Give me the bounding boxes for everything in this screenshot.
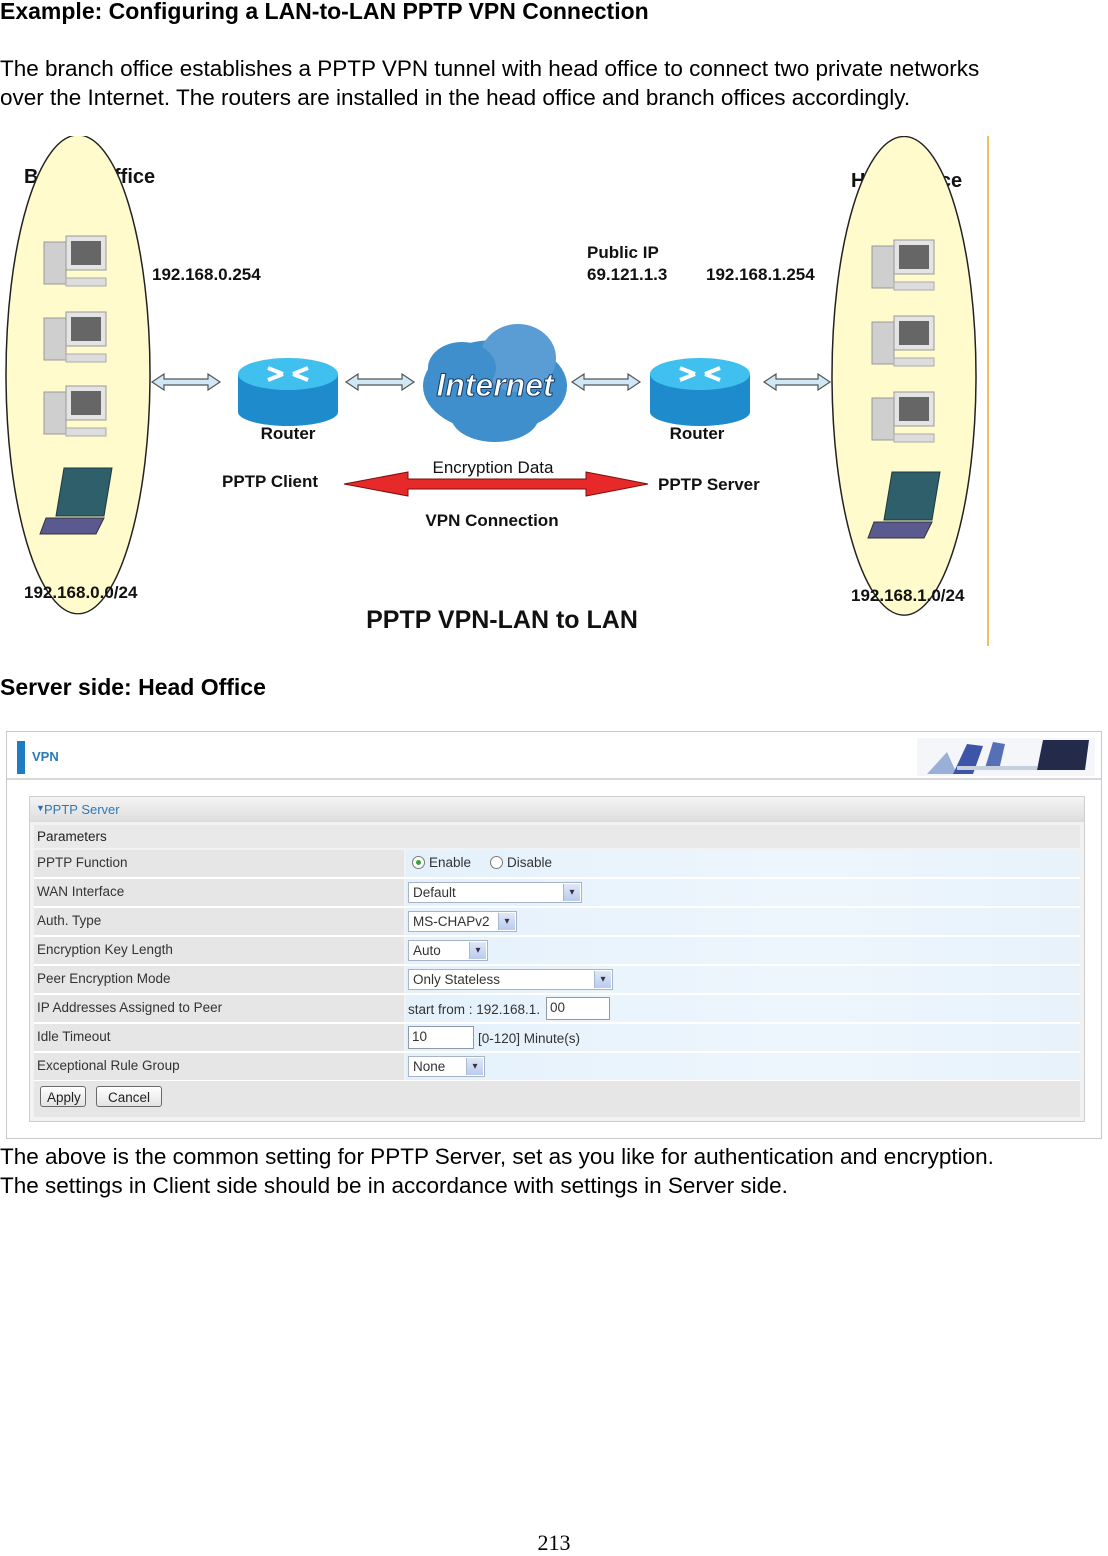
chevron-down-icon[interactable]: ▾ <box>563 884 580 901</box>
outro-line-1: The above is the common setting for PPTP… <box>0 1144 994 1169</box>
idle-timeout-label: Idle Timeout <box>37 1029 111 1044</box>
disable-radio[interactable] <box>490 856 503 869</box>
exceptional-rule-group-label: Exceptional Rule Group <box>37 1058 180 1073</box>
ip-assigned-label: IP Addresses Assigned to Peer <box>37 1000 223 1015</box>
computer-icon <box>871 239 935 291</box>
router-icon <box>650 358 750 426</box>
ip-start-input[interactable]: 00 <box>546 997 610 1020</box>
auth-type-label: Auth. Type <box>37 913 102 928</box>
chevron-down-icon[interactable]: ▾ <box>469 942 486 959</box>
server-side-heading: Server side: Head Office <box>0 674 266 700</box>
peer-encryption-mode-label: Peer Encryption Mode <box>37 971 171 986</box>
diagram-caption: PPTP VPN-LAN to LAN <box>366 606 638 634</box>
vpn-connection-label: VPN Connection <box>425 511 558 530</box>
parameters-header: Parameters <box>34 825 1080 848</box>
head-subnet: 192.168.1.0/24 <box>851 586 965 605</box>
computer-icon <box>871 315 935 367</box>
chevron-down-icon[interactable]: ▾ <box>498 913 515 930</box>
public-ip-label: Public IP <box>587 243 659 262</box>
pptp-server-panel: ▼ PPTP Server Parameters PPTP Function E… <box>29 796 1085 1122</box>
apply-button[interactable]: Apply <box>40 1086 86 1107</box>
row-encryption-key-length: Encryption Key Length Auto ▾ <box>34 937 1080 966</box>
auth-type-select[interactable]: MS-CHAPv2 ▾ <box>408 911 517 932</box>
router-right-label: Router <box>670 424 725 443</box>
encryption-key-length-value: Auto <box>413 943 441 958</box>
router-vpn-page: VPN ▼ PPTP Server Parameters PPTP Functi… <box>6 731 1102 1139</box>
auth-type-value: MS-CHAPv2 <box>413 914 490 929</box>
chevron-down-icon[interactable]: ▾ <box>466 1058 483 1075</box>
page-number: 213 <box>537 1530 571 1555</box>
row-auth-type: Auth. Type MS-CHAPv2 ▾ <box>34 908 1080 937</box>
computer-icon <box>43 311 107 363</box>
computer-icon <box>43 235 107 287</box>
wan-interface-value: Default <box>413 885 456 900</box>
intro-line-1: The branch office establishes a PPTP VPN… <box>0 56 980 81</box>
form-button-bar: Apply Cancel <box>34 1081 1080 1117</box>
peer-encryption-mode-value: Only Stateless <box>413 972 501 987</box>
computer-icon <box>871 391 935 443</box>
section-title: PPTP Server <box>44 802 120 817</box>
cancel-button[interactable]: Cancel <box>96 1086 162 1107</box>
branch-router-ip: 192.168.0.254 <box>152 265 261 284</box>
wan-interface-label: WAN Interface <box>37 884 125 899</box>
disable-radio-label[interactable]: Disable <box>507 855 552 870</box>
enable-radio-label[interactable]: Enable <box>429 855 471 870</box>
pptp-function-label: PPTP Function <box>37 855 128 870</box>
row-exceptional-rule-group: Exceptional Rule Group None ▾ <box>34 1053 1080 1082</box>
exceptional-rule-group-select[interactable]: None ▾ <box>408 1056 485 1077</box>
pptp-lan-to-lan-diagram: Branch Office Head Office <box>0 136 992 648</box>
row-peer-encryption-mode: Peer Encryption Mode Only Stateless ▾ <box>34 966 1080 995</box>
ip-prefix-text: start from : 192.168.1. <box>408 1002 541 1017</box>
vpn-page-header: VPN <box>7 732 1101 780</box>
row-idle-timeout: Idle Timeout 10 [0-120] Minute(s) <box>34 1024 1080 1053</box>
office-banner-image <box>917 738 1095 776</box>
computer-icon <box>43 385 107 437</box>
row-wan-interface: WAN Interface Default ▾ <box>34 879 1080 908</box>
router-icon <box>238 358 338 426</box>
head-office-lan <box>831 136 977 616</box>
exceptional-rule-group-value: None <box>413 1059 446 1074</box>
idle-timeout-hint: [0-120] Minute(s) <box>478 1031 581 1046</box>
idle-timeout-input[interactable]: 10 <box>408 1026 474 1049</box>
row-ip-assigned-to-peer: IP Addresses Assigned to Peer start from… <box>34 995 1080 1024</box>
public-ip: 69.121.1.3 <box>587 265 667 284</box>
encryption-key-length-label: Encryption Key Length <box>37 942 173 957</box>
pptp-server-label: PPTP Server <box>658 475 760 494</box>
example-heading: Example: Configuring a LAN-to-LAN PPTP V… <box>0 0 649 24</box>
peer-encryption-mode-select[interactable]: Only Stateless ▾ <box>408 969 613 990</box>
encryption-key-length-select[interactable]: Auto ▾ <box>408 940 488 961</box>
head-office-ellipse <box>831 136 977 616</box>
branch-office-lan <box>5 136 151 615</box>
router-left-label: Router <box>261 424 316 443</box>
outro-line-2: The settings in Client side should be in… <box>0 1173 788 1198</box>
internet-label: Internet <box>436 367 555 403</box>
parameters-label: Parameters <box>37 829 107 844</box>
row-pptp-function: PPTP Function Enable Disable <box>34 850 1080 879</box>
page-title: VPN <box>32 749 59 764</box>
pptp-server-section-header[interactable]: ▼ PPTP Server <box>30 797 1084 822</box>
chevron-down-icon[interactable]: ▾ <box>594 971 611 988</box>
intro-line-2: over the Internet. The routers are insta… <box>0 85 911 110</box>
branch-office-ellipse <box>5 136 151 615</box>
wan-interface-select[interactable]: Default ▾ <box>408 882 582 903</box>
head-router-ip: 192.168.1.254 <box>706 265 815 284</box>
header-accent-bar <box>17 741 25 774</box>
ip-start-value: 00 <box>550 1000 566 1015</box>
idle-timeout-value: 10 <box>412 1029 428 1044</box>
branch-subnet: 192.168.0.0/24 <box>24 583 138 602</box>
enable-radio[interactable] <box>412 856 425 869</box>
internet-cloud-icon: Internet <box>423 324 567 442</box>
pptp-client-label: PPTP Client <box>222 472 318 491</box>
encryption-data-label: Encryption Data <box>433 458 554 477</box>
